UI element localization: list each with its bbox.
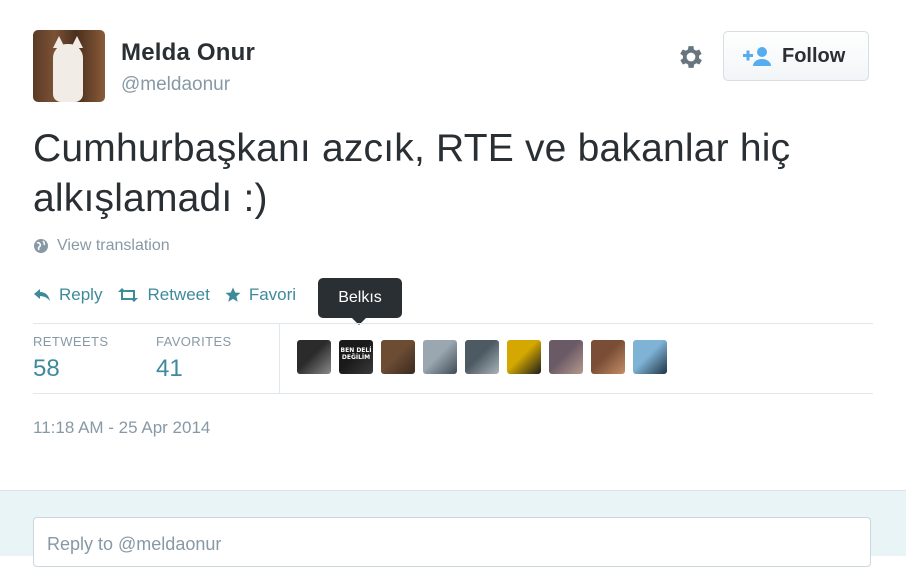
tweet-timestamp: 11:18 AM - 25 Apr 2014 (33, 418, 211, 437)
avatar-cat (53, 44, 83, 102)
gear-icon[interactable] (676, 42, 706, 72)
globe-icon (34, 239, 48, 253)
favorites-stat[interactable]: FAVORITES 41 (156, 334, 232, 383)
favoriter-avatars: BEN DELİ DEĞİLİM (297, 340, 675, 374)
retweet-action[interactable]: Retweet (117, 285, 210, 305)
reply-icon (34, 289, 50, 301)
favoriter-avatar[interactable] (465, 340, 499, 374)
retweet-label: Retweet (147, 285, 210, 304)
add-user-icon (743, 47, 771, 66)
retweets-stat[interactable]: RETWEETS 58 (33, 334, 108, 383)
tweet-card: Melda Onur @meldaonur Follow Cumhurbaşka… (0, 0, 906, 490)
follow-button-label: Follow (782, 44, 846, 67)
retweet-icon (118, 288, 139, 302)
star-icon (225, 287, 241, 302)
retweets-stat-label: RETWEETS (33, 334, 109, 349)
favorites-count[interactable]: 41 (156, 355, 232, 383)
user-tooltip: Belkıs (318, 278, 402, 325)
favoriter-avatar-text: BEN DELİ DEĞİLİM (340, 347, 372, 361)
favoriter-avatar[interactable] (381, 340, 415, 374)
tweet-text-line-2: alkışlamadı :) (33, 177, 268, 220)
username-handle[interactable]: @meldaonur (121, 74, 230, 96)
display-name[interactable]: Melda Onur (121, 39, 255, 67)
favoriter-avatar[interactable] (549, 340, 583, 374)
reply-label: Reply (59, 285, 103, 304)
reply-input[interactable]: Reply to @meldaonur (33, 517, 871, 567)
divider-top (33, 323, 873, 324)
avatar[interactable] (33, 30, 105, 102)
view-translation-link[interactable]: View translation (33, 237, 170, 255)
favorites-stat-label: FAVORITES (156, 334, 232, 349)
follow-button[interactable]: Follow (723, 31, 869, 81)
stats-divider (279, 323, 280, 393)
view-translation-label: View translation (57, 237, 170, 254)
favoriter-avatar[interactable] (297, 340, 331, 374)
favoriter-avatar[interactable] (633, 340, 667, 374)
retweets-count[interactable]: 58 (33, 355, 108, 383)
favoriter-avatar[interactable] (507, 340, 541, 374)
reply-area: Reply to @meldaonur (0, 490, 906, 567)
reply-action[interactable]: Reply (33, 285, 102, 305)
favorite-action[interactable]: Favori (225, 285, 296, 305)
tweet-text-line-1: Cumhurbaşkanı azcık, RTE ve bakanlar hiç (33, 127, 791, 170)
favoriter-avatar[interactable] (423, 340, 457, 374)
tweet-text: Cumhurbaşkanı azcık, RTE ve bakanlar hiç… (33, 124, 873, 224)
divider-bottom (33, 393, 873, 394)
favoriter-avatar[interactable]: BEN DELİ DEĞİLİM (339, 340, 373, 374)
favoriter-avatar[interactable] (591, 340, 625, 374)
favorite-label: Favori (248, 285, 297, 304)
